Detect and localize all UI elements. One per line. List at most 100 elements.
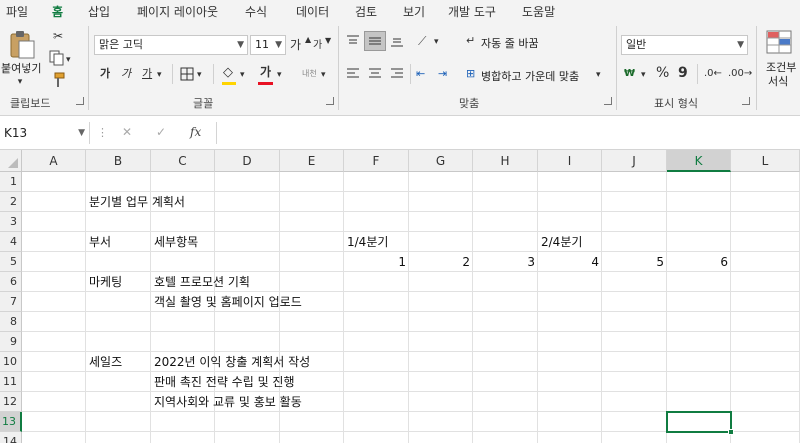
- cell-c12[interactable]: 지역사회와 교류 및 홍보 활동: [151, 392, 302, 412]
- cell-b2[interactable]: 분기별 업무 계획서: [86, 192, 185, 212]
- cell-f5[interactable]: 1: [344, 252, 409, 272]
- row-header-8[interactable]: 8: [0, 312, 22, 332]
- fill-color-dropdown-icon[interactable]: ▾: [240, 67, 245, 83]
- insert-function-button[interactable]: fx: [190, 125, 201, 139]
- tab-view[interactable]: 보기: [403, 3, 425, 20]
- cancel-icon[interactable]: ✕: [122, 125, 132, 139]
- column-header-c[interactable]: C: [151, 150, 215, 172]
- row-header-12[interactable]: 12: [0, 392, 22, 412]
- number-format-combo[interactable]: 일반 ▼: [621, 35, 748, 55]
- number-launcher-icon[interactable]: [742, 97, 750, 105]
- font-color-button[interactable]: 가: [260, 64, 271, 80]
- alignment-launcher-icon[interactable]: [604, 97, 612, 105]
- align-top-icon[interactable]: [346, 34, 360, 48]
- row-header-3[interactable]: 3: [0, 212, 22, 232]
- borders-dropdown-icon[interactable]: ▾: [197, 67, 202, 83]
- column-header-d[interactable]: D: [215, 150, 280, 172]
- tab-help[interactable]: 도움말: [522, 3, 555, 20]
- phonetic-button[interactable]: 내천: [302, 66, 317, 82]
- column-header-b[interactable]: B: [86, 150, 151, 172]
- underline-dropdown-icon[interactable]: ▾: [157, 67, 162, 83]
- tab-developer[interactable]: 개발 도구: [448, 3, 496, 20]
- increase-decimal-icon[interactable]: .0←: [704, 66, 722, 82]
- tab-home[interactable]: 홈: [52, 3, 64, 24]
- cell-i4[interactable]: 2/4분기: [538, 232, 582, 252]
- copy-icon[interactable]: [49, 50, 65, 66]
- orientation-dropdown-icon[interactable]: ▾: [434, 34, 439, 50]
- column-header-a[interactable]: A: [22, 150, 86, 172]
- tab-file[interactable]: 파일: [6, 3, 28, 20]
- cell-c4[interactable]: 세부항목: [151, 232, 198, 252]
- paste-icon[interactable]: [8, 30, 36, 60]
- cell-f4[interactable]: 1/4분기: [344, 232, 388, 252]
- column-header-j[interactable]: J: [602, 150, 667, 172]
- cell-b6[interactable]: 마케팅: [86, 272, 122, 292]
- phonetic-dropdown-icon[interactable]: ▾: [321, 67, 326, 83]
- align-bottom-icon[interactable]: [390, 34, 404, 48]
- align-center-icon[interactable]: [368, 67, 382, 81]
- font-color-dropdown-icon[interactable]: ▾: [277, 67, 282, 83]
- row-header-1[interactable]: 1: [0, 172, 22, 192]
- column-header-f[interactable]: F: [344, 150, 409, 172]
- comma-style-button[interactable]: 9: [678, 65, 688, 81]
- tab-page-layout[interactable]: 페이지 레이아웃: [137, 3, 218, 20]
- row-header-5[interactable]: 5: [0, 252, 22, 272]
- row-header-7[interactable]: 7: [0, 292, 22, 312]
- cell-c7[interactable]: 객실 촬영 및 홈페이지 업로드: [151, 292, 302, 312]
- bold-button[interactable]: 가: [100, 66, 110, 82]
- tab-formulas[interactable]: 수식: [245, 3, 267, 20]
- row-header-2[interactable]: 2: [0, 192, 22, 212]
- column-header-k[interactable]: K: [667, 150, 731, 172]
- cell-k5[interactable]: 6: [667, 252, 731, 272]
- format-painter-icon[interactable]: [49, 72, 65, 88]
- orientation-icon[interactable]: ⟋: [418, 33, 426, 49]
- font-launcher-icon[interactable]: [326, 97, 334, 105]
- copy-dropdown-icon[interactable]: ▾: [66, 52, 71, 68]
- fill-color-icon[interactable]: ◇: [223, 65, 233, 81]
- spreadsheet-grid[interactable]: A B C D E F G H I J K L 1 2 3 4 5 6 7 8 9 10 11 12 13 14 분기별 업무 계획…: [0, 150, 800, 443]
- formula-input[interactable]: [216, 122, 800, 144]
- align-right-icon[interactable]: [390, 67, 404, 81]
- column-header-e[interactable]: E: [280, 150, 344, 172]
- cell-c10[interactable]: 2022년 이익 창출 계획서 작성: [151, 352, 310, 372]
- clipboard-launcher-icon[interactable]: [76, 97, 84, 105]
- column-header-g[interactable]: G: [409, 150, 473, 172]
- borders-icon[interactable]: [180, 67, 194, 81]
- enter-icon[interactable]: ✓: [156, 125, 166, 139]
- cell-c11[interactable]: 판매 촉진 전략 수립 및 진행: [151, 372, 295, 392]
- decrease-decimal-icon[interactable]: .00→: [728, 66, 752, 82]
- row-header-10[interactable]: 10: [0, 352, 22, 372]
- percent-button[interactable]: %: [656, 65, 669, 81]
- tab-insert[interactable]: 삽입: [88, 3, 110, 20]
- row-header-11[interactable]: 11: [0, 372, 22, 392]
- active-cell-selection[interactable]: [666, 411, 732, 433]
- underline-button[interactable]: 가: [142, 66, 152, 82]
- align-middle-button[interactable]: [364, 31, 386, 51]
- shrink-font-button[interactable]: 가: [313, 38, 322, 54]
- cell-i5[interactable]: 4: [538, 252, 602, 272]
- font-name-combo[interactable]: 맑은 고딕 ▼: [94, 35, 248, 55]
- font-size-combo[interactable]: 11 ▼: [250, 35, 286, 55]
- cell-c6[interactable]: 호텔 프로모션 기획: [151, 272, 250, 292]
- cell-h5[interactable]: 3: [473, 252, 538, 272]
- tab-review[interactable]: 검토: [355, 3, 377, 20]
- align-left-icon[interactable]: [346, 67, 360, 81]
- row-header-4[interactable]: 4: [0, 232, 22, 252]
- column-header-l[interactable]: L: [731, 150, 800, 172]
- merge-dropdown-icon[interactable]: ▾: [596, 67, 601, 83]
- grow-font-button[interactable]: 가: [290, 37, 301, 53]
- row-header-13[interactable]: 13: [0, 412, 22, 432]
- merge-center-button[interactable]: 병합하고 가운데 맞춤: [481, 68, 579, 84]
- column-header-h[interactable]: H: [473, 150, 538, 172]
- cell-b10[interactable]: 세일즈: [86, 352, 122, 372]
- conditional-formatting-icon[interactable]: [766, 30, 792, 54]
- cell-g5[interactable]: 2: [409, 252, 473, 272]
- paste-dropdown-icon[interactable]: ▾: [5, 74, 35, 90]
- cell-b4[interactable]: 부서: [86, 232, 111, 252]
- italic-button[interactable]: 가: [121, 66, 131, 82]
- row-header-14[interactable]: 14: [0, 432, 22, 443]
- decrease-indent-icon[interactable]: ⇤: [416, 66, 425, 82]
- fill-handle[interactable]: [728, 429, 734, 435]
- name-box[interactable]: K13 ▼: [0, 122, 90, 144]
- wrap-text-button[interactable]: 자동 줄 바꿈: [481, 35, 539, 51]
